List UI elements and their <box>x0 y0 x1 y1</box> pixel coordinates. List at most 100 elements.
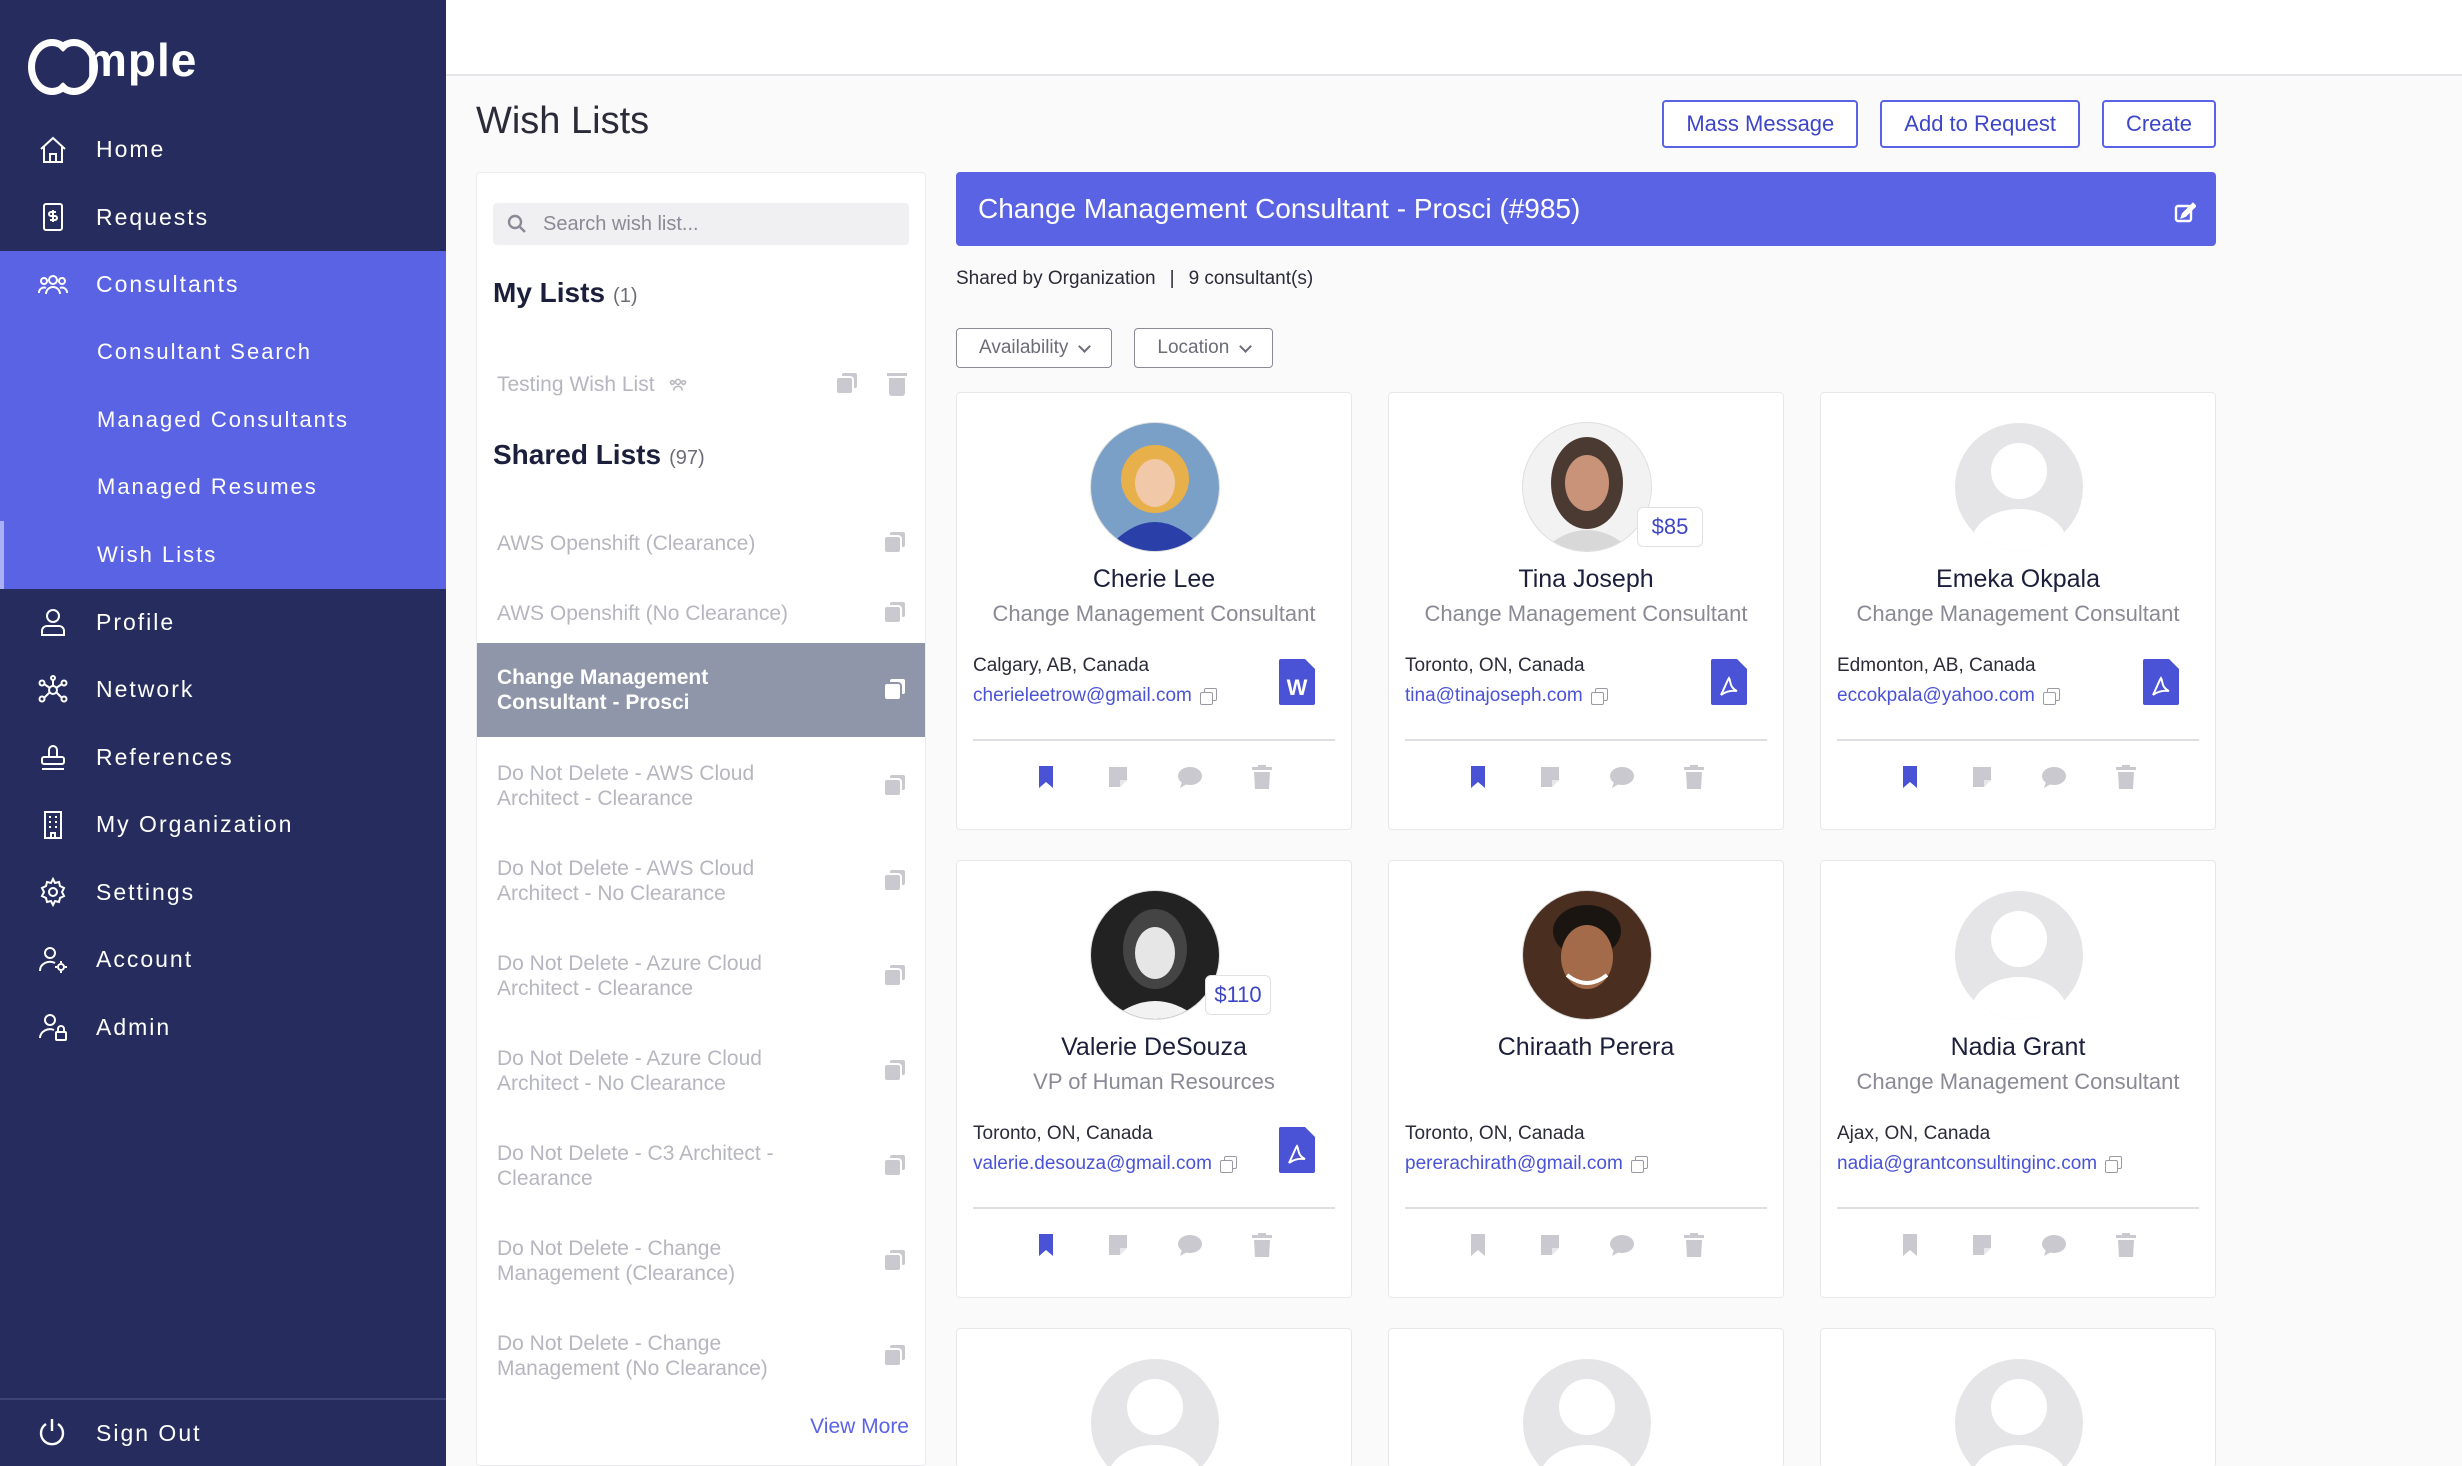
search-input[interactable]: Search wish list... <box>493 203 909 245</box>
email-text[interactable]: nadia@grantconsultinginc.com <box>1837 1153 2097 1175</box>
copy-icon[interactable] <box>885 775 907 797</box>
copy-icon[interactable] <box>885 870 907 892</box>
list-item[interactable]: Do Not Delete - Azure Cloud Architect - … <box>477 1024 925 1118</box>
copy-icon[interactable] <box>1630 1156 1648 1173</box>
consultant-card[interactable]: $85 Tina Joseph Change Management Consulta… <box>1388 392 1784 830</box>
pdf-icon[interactable] <box>1711 659 1747 705</box>
note-icon[interactable] <box>1968 763 1996 791</box>
copy-icon[interactable] <box>885 532 907 554</box>
trash-icon[interactable] <box>2112 1231 2140 1259</box>
copy-icon[interactable] <box>885 1345 907 1367</box>
bookmark-icon[interactable] <box>1896 1231 1924 1259</box>
consultant-card[interactable] <box>1388 1328 1784 1466</box>
copy-icon[interactable] <box>1590 688 1608 705</box>
nav-item-profile[interactable]: Profile <box>0 589 446 657</box>
consultant-name[interactable]: Emeka Okpala <box>1821 565 2215 594</box>
note-icon[interactable] <box>1968 1231 1996 1259</box>
consultant-card[interactable]: $110 Valerie DeSouza VP of Human Resources… <box>956 860 1352 1298</box>
list-item[interactable]: Do Not Delete - Azure Cloud Architect - … <box>477 929 925 1023</box>
logo[interactable]: mple <box>26 28 197 95</box>
copy-icon[interactable] <box>885 1060 907 1082</box>
list-item[interactable]: Do Not Delete - AWS Cloud Architect - Cl… <box>477 739 925 833</box>
nav-item-settings[interactable]: Settings <box>0 859 446 927</box>
sign-out-button[interactable]: Sign Out <box>0 1398 446 1466</box>
nav-item-managed-consultants[interactable]: Managed Consultants <box>0 386 446 454</box>
nav-item-references[interactable]: References <box>0 724 446 792</box>
list-item[interactable]: AWS Openshift (Clearance) <box>477 513 925 573</box>
message-icon[interactable] <box>1176 1231 1204 1259</box>
message-icon[interactable] <box>1608 763 1636 791</box>
bookmark-icon[interactable] <box>1896 763 1924 791</box>
availability-filter[interactable]: Availability <box>956 328 1113 368</box>
nav-item-account[interactable]: Account <box>0 926 446 994</box>
consultant-name[interactable]: Tina Joseph <box>1389 565 1783 594</box>
nav-item-requests[interactable]: Requests <box>0 184 446 252</box>
consultant-name[interactable]: Chiraath Perera <box>1389 1033 1783 1062</box>
consultant-card[interactable]: Chiraath Perera Toronto, ON, Canada perera… <box>1388 860 1784 1298</box>
nav-item-managed-resumes[interactable]: Managed Resumes <box>0 453 446 521</box>
bookmark-icon[interactable] <box>1032 763 1060 791</box>
list-item-selected[interactable]: Change Management Consultant - Prosci <box>477 643 925 737</box>
copy-icon[interactable] <box>885 602 907 624</box>
consultant-card[interactable]: Nadia Grant Change Management Consultant A… <box>1820 860 2216 1298</box>
note-icon[interactable] <box>1104 1231 1132 1259</box>
add-to-request-button[interactable]: Add to Request <box>1880 100 2080 148</box>
pdf-icon[interactable] <box>2143 659 2179 705</box>
email-text[interactable]: eccokpala@yahoo.com <box>1837 685 2035 707</box>
trash-icon[interactable] <box>1680 763 1708 791</box>
email-text[interactable]: tina@tinajoseph.com <box>1405 685 1583 707</box>
note-icon[interactable] <box>1536 763 1564 791</box>
consultant-name[interactable]: Cherie Lee <box>957 565 1351 594</box>
trash-icon[interactable] <box>1248 763 1276 791</box>
consultant-card[interactable]: Emeka Okpala Change Management Consultant… <box>1820 392 2216 830</box>
note-icon[interactable] <box>1104 763 1132 791</box>
avatar[interactable] <box>1523 423 1651 551</box>
message-icon[interactable] <box>1176 763 1204 791</box>
list-item[interactable]: Do Not Delete - AWS Cloud Architect - No… <box>477 834 925 928</box>
edit-icon[interactable] <box>2174 198 2197 223</box>
nav-item-admin[interactable]: Admin <box>0 994 446 1062</box>
email-text[interactable]: cherieleetrow@gmail.com <box>973 685 1192 707</box>
list-item[interactable]: AWS Openshift (No Clearance) <box>477 583 925 643</box>
email-text[interactable]: pererachirath@gmail.com <box>1405 1153 1623 1175</box>
avatar[interactable] <box>1955 891 2083 1019</box>
consultant-name[interactable]: Valerie DeSouza <box>957 1033 1351 1062</box>
create-button[interactable]: Create <box>2101 100 2216 148</box>
consultant-card[interactable] <box>1820 1328 2216 1466</box>
list-item[interactable]: Do Not Delete - C3 Architect - Clearance <box>477 1119 925 1213</box>
avatar[interactable] <box>1523 1359 1651 1466</box>
bookmark-icon[interactable] <box>1032 1231 1060 1259</box>
avatar[interactable] <box>1091 1359 1219 1466</box>
trash-icon[interactable] <box>887 372 907 396</box>
consultant-email[interactable]: valerie.desouza@gmail.com <box>973 1153 1237 1175</box>
trash-icon[interactable] <box>1248 1231 1276 1259</box>
list-item[interactable]: Do Not Delete - Change Management (Clear… <box>477 1214 925 1308</box>
consultant-email[interactable]: nadia@grantconsultinginc.com <box>1837 1153 2123 1175</box>
copy-icon[interactable] <box>1199 688 1217 705</box>
avatar[interactable] <box>1955 423 2083 551</box>
consultant-email[interactable]: pererachirath@gmail.com <box>1405 1153 1648 1175</box>
message-icon[interactable] <box>2040 763 2068 791</box>
nav-item-wish-lists[interactable]: Wish Lists <box>0 521 446 589</box>
consultant-name[interactable]: Nadia Grant <box>1821 1033 2215 1062</box>
consultant-card[interactable]: Cherie Lee Change Management Consultant Ca… <box>956 392 1352 830</box>
copy-icon[interactable] <box>1219 1156 1237 1173</box>
avatar[interactable] <box>1091 891 1219 1019</box>
word-doc-icon[interactable]: W <box>1279 659 1315 705</box>
consultant-email[interactable]: cherieleetrow@gmail.com <box>973 685 1217 707</box>
consultant-card[interactable] <box>956 1328 1352 1466</box>
avatar[interactable] <box>1523 891 1651 1019</box>
avatar[interactable] <box>1091 423 1219 551</box>
nav-item-consultants[interactable]: Consultants <box>0 251 446 319</box>
copy-icon[interactable] <box>885 1250 907 1272</box>
mass-message-button[interactable]: Mass Message <box>1662 100 1859 148</box>
nav-item-my-organization[interactable]: My Organization <box>0 791 446 859</box>
nav-item-consultant-search[interactable]: Consultant Search <box>0 318 446 386</box>
avatar[interactable] <box>1955 1359 2083 1466</box>
list-item[interactable]: Do Not Delete - Change Management (No Cl… <box>477 1309 925 1403</box>
trash-icon[interactable] <box>1680 1231 1708 1259</box>
bookmark-icon[interactable] <box>1464 1231 1492 1259</box>
message-icon[interactable] <box>1608 1231 1636 1259</box>
bookmark-icon[interactable] <box>1464 763 1492 791</box>
copy-icon[interactable] <box>837 373 859 395</box>
